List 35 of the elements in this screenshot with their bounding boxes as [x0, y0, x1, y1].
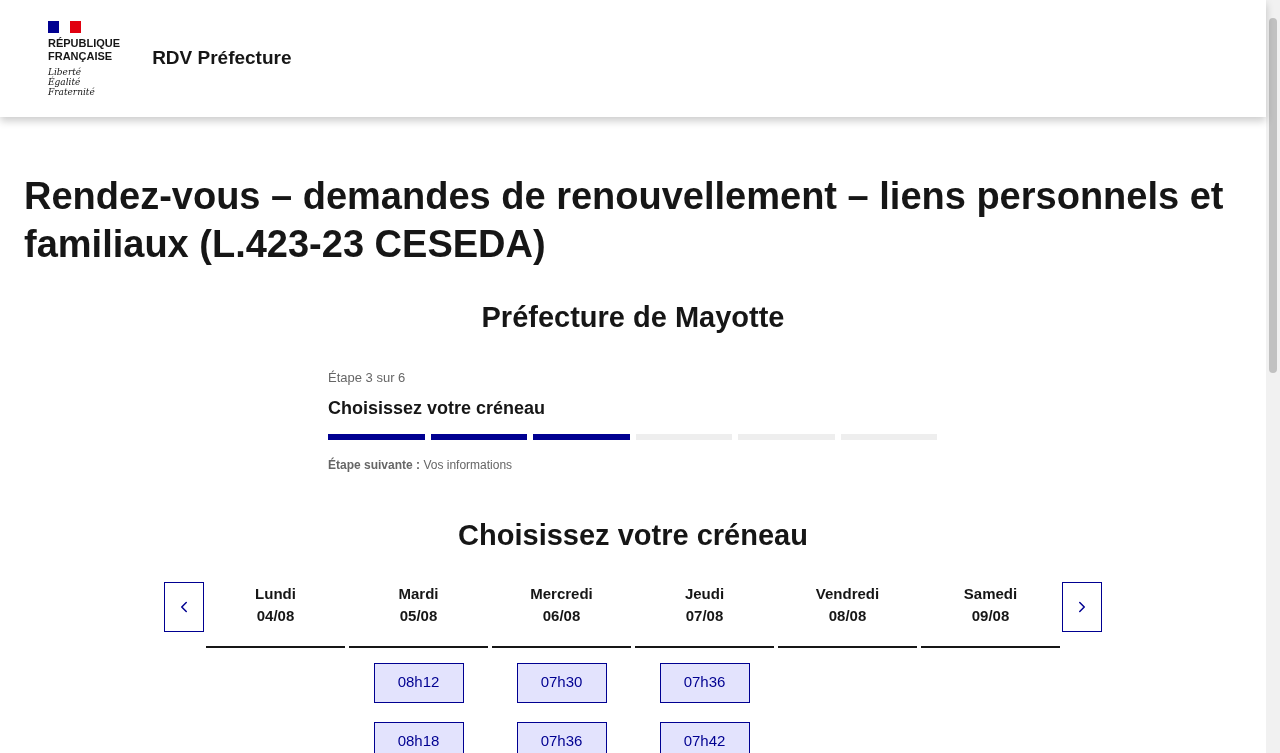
day-date: 06/08 [542, 606, 581, 626]
time-slot[interactable]: 07h42 [659, 721, 750, 753]
time-slot[interactable]: 08h18 [373, 721, 464, 753]
previous-button[interactable] [164, 581, 204, 632]
day-date: 04/08 [256, 606, 295, 626]
day-name: Mercredi [530, 583, 593, 604]
day-date: 07/08 [685, 606, 724, 626]
republic-logo[interactable]: RÉPUBLIQUE FRANÇAISE Liberté Égalité Fraternité [48, 20, 121, 97]
next-step-text: Étape suivante : Vos informations [328, 456, 514, 474]
step-title: Choisissez votre créneau [328, 397, 547, 420]
next-button[interactable] [1062, 581, 1102, 632]
day-date: 08/08 [828, 606, 867, 626]
time-slot[interactable]: 07h36 [516, 721, 607, 753]
day-date: 05/08 [399, 606, 438, 626]
page-title: Rendez-vous – demandes de renouvellement – liens personnels et familiaux (L.423-23 CESEDA) [24, 174, 1225, 267]
slots-title: Choisissez votre créneau [457, 518, 809, 553]
logo-text: RÉPUBLIQUE [48, 36, 121, 50]
motto-text: Liberté [48, 66, 83, 77]
site-title[interactable]: RDV Préfecture [152, 44, 292, 73]
day-name: Lundi [255, 583, 296, 604]
day-name: Jeudi [684, 583, 725, 604]
step-counter: Étape 3 sur 6 [328, 368, 407, 387]
time-slot[interactable]: 07h30 [516, 662, 607, 703]
time-slot[interactable]: 08h12 [373, 662, 464, 703]
prefecture-title: Préfecture de Mayotte [480, 300, 786, 335]
day-name: Vendredi [815, 583, 880, 604]
motto-text: Égalité [48, 76, 81, 87]
motto-text: Fraternité [48, 86, 96, 97]
day-date: 09/08 [971, 606, 1010, 626]
scrollbar-thumb[interactable] [1269, 18, 1277, 373]
logo-text: FRANÇAISE [48, 49, 114, 63]
day-name: Samedi [963, 583, 1018, 604]
time-slot[interactable]: 07h36 [659, 662, 750, 703]
flag-icon [48, 20, 81, 33]
day-name: Mardi [398, 583, 439, 604]
